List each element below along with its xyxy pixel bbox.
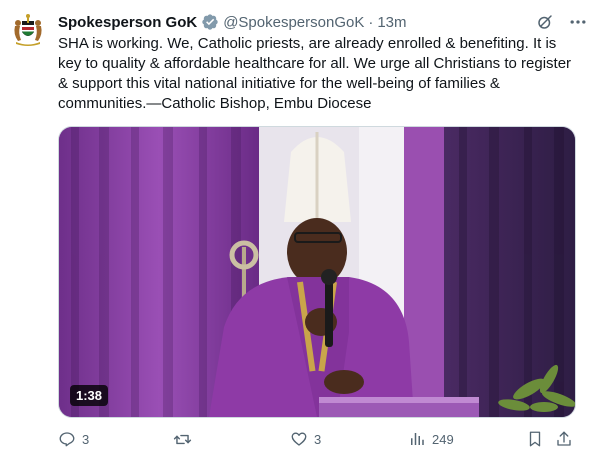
verified-badge-icon[interactable] — [201, 13, 219, 31]
bookmark-icon — [526, 430, 544, 448]
repost-button[interactable] — [173, 428, 198, 450]
header-actions — [536, 12, 588, 32]
video-duration: 1:38 — [70, 385, 109, 406]
views-icon — [408, 430, 426, 448]
separator-dot: · — [368, 13, 374, 31]
avatar[interactable] — [10, 12, 46, 48]
reply-count: 3 — [82, 431, 90, 447]
like-icon — [290, 430, 308, 448]
share-icon — [555, 430, 573, 448]
tweet-header: Spokesperson GoK @SpokespersonGoK · 13m — [58, 11, 588, 33]
reply-icon — [58, 430, 76, 448]
repost-icon — [173, 430, 192, 449]
bookmark-button[interactable] — [526, 428, 544, 450]
tweet-text: SHA is working. We, Catholic priests, ar… — [58, 35, 572, 112]
author-handle[interactable]: @SpokespersonGoK — [223, 14, 364, 31]
action-bar: 3 3 249 — [58, 428, 576, 450]
author-name[interactable]: Spokesperson GoK — [58, 14, 197, 31]
like-button[interactable]: 3 — [290, 428, 321, 450]
video-player[interactable]: 1:38 — [58, 126, 576, 418]
share-button[interactable] — [555, 428, 573, 450]
views-button[interactable]: 249 — [408, 428, 454, 450]
coat-of-arms-icon — [10, 12, 46, 48]
reply-button[interactable]: 3 — [58, 428, 89, 450]
video-thumbnail — [59, 127, 575, 417]
tweet: Spokesperson GoK @SpokespersonGoK · 13m — [0, 0, 600, 458]
more-icon[interactable] — [568, 12, 588, 32]
timestamp[interactable]: 13m — [377, 14, 406, 31]
grok-icon[interactable] — [536, 13, 554, 31]
views-count: 249 — [432, 431, 454, 447]
like-count: 3 — [314, 431, 322, 447]
